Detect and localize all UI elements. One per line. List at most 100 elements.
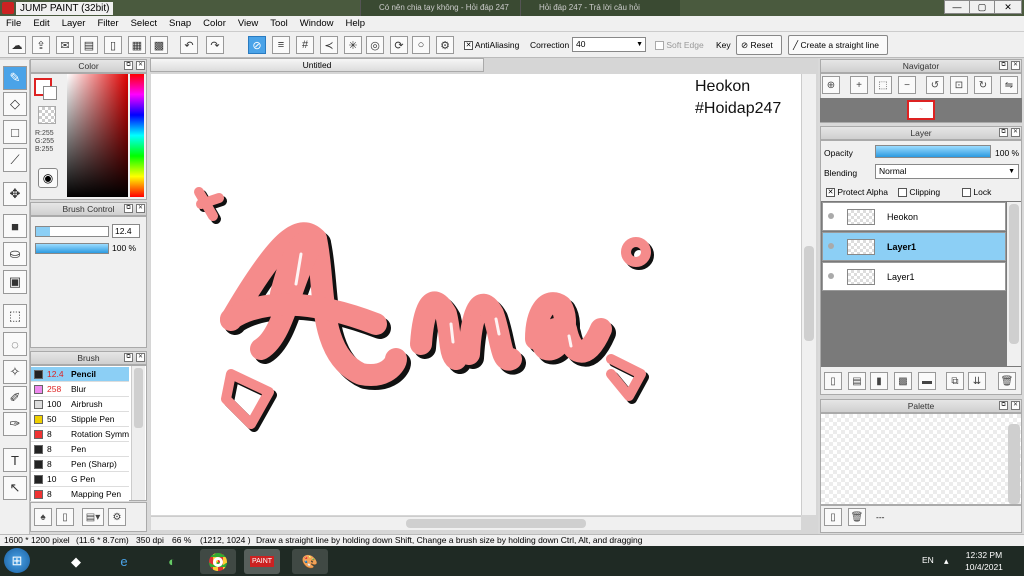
cloud-icon[interactable]: ☁ xyxy=(8,36,26,54)
redo-icon[interactable]: ↷ xyxy=(206,36,224,54)
delete-palette-icon[interactable]: 🗑 xyxy=(848,508,866,526)
brush-item[interactable]: 10 G Pen xyxy=(31,472,129,487)
lock-checkbox[interactable]: Lock xyxy=(962,187,991,198)
bucket-tool-icon[interactable]: ⛀ xyxy=(3,242,27,266)
hue-slider[interactable] xyxy=(130,74,144,197)
eraser-tool-icon[interactable]: ◇ xyxy=(3,92,27,116)
scroll-thumb[interactable] xyxy=(134,368,143,428)
menu-edit[interactable]: Edit xyxy=(27,16,55,32)
copy-layer-icon[interactable]: ⧉ xyxy=(946,372,964,390)
canvas-vertical-scrollbar[interactable] xyxy=(801,74,816,515)
visibility-icon[interactable] xyxy=(828,213,834,219)
brush-cloud-icon[interactable]: ♠ xyxy=(34,508,52,526)
navigator-thumbnail[interactable]: ~ xyxy=(907,100,935,120)
language-indicator[interactable]: EN xyxy=(922,555,934,565)
magic-wand-tool-icon[interactable]: ✧ xyxy=(3,360,27,384)
float-icon[interactable]: ⧉ xyxy=(999,128,1008,137)
page-icon[interactable]: ▦ xyxy=(128,36,146,54)
reset-button[interactable]: ⊘ Reset xyxy=(736,35,782,55)
palette-scrollbar[interactable] xyxy=(1008,424,1020,504)
new-layer-1bit-icon[interactable]: ▮ xyxy=(870,372,888,390)
minimize-button[interactable]: — xyxy=(944,0,970,14)
rect-select-tool-icon[interactable]: ⬚ xyxy=(3,304,27,328)
close-icon[interactable]: ✕ xyxy=(136,204,145,213)
clock[interactable]: 12:32 PM 10/4/2021 xyxy=(962,549,1006,573)
layer-row[interactable]: Layer1 xyxy=(822,262,1006,291)
visual-studio-icon[interactable]: ◆ xyxy=(58,549,94,574)
note-icon[interactable]: ▤ xyxy=(80,36,98,54)
tray-arrow-icon[interactable]: ▴ xyxy=(944,556,949,567)
soft-edge-checkbox[interactable]: Soft Edge xyxy=(655,40,704,51)
layer-list-scrollbar[interactable] xyxy=(1007,202,1021,366)
float-icon[interactable]: ⧉ xyxy=(124,353,133,362)
background-browser-tab[interactable]: Có nên chia tay không - Hỏi đáp 247 xyxy=(360,0,520,16)
curve-icon[interactable]: ⟳ xyxy=(390,36,408,54)
radial-icon[interactable]: ✳ xyxy=(344,36,362,54)
line-tool-icon[interactable]: ⟋ xyxy=(3,148,27,172)
menu-snap[interactable]: Snap xyxy=(163,16,197,32)
brush-item[interactable]: 12.4 Pencil xyxy=(31,367,129,382)
palette-grid[interactable] xyxy=(820,413,1022,505)
new-layer-8bit-icon[interactable]: ▤ xyxy=(848,372,866,390)
maximize-button[interactable]: ▢ xyxy=(969,0,995,14)
fit-window-icon[interactable]: ⬚ xyxy=(874,76,892,94)
float-icon[interactable]: ⧉ xyxy=(124,61,133,70)
sub-color-swatch[interactable] xyxy=(43,86,57,100)
menu-tool[interactable]: Tool xyxy=(264,16,293,32)
new-halftone-layer-icon[interactable]: ▩ xyxy=(894,372,912,390)
layer-opacity-slider[interactable] xyxy=(875,145,991,158)
reset-view-icon[interactable]: ⊡ xyxy=(950,76,968,94)
brush-item[interactable]: 50 Stipple Pen xyxy=(31,412,129,427)
scroll-thumb[interactable] xyxy=(1009,204,1019,344)
zoom-fit-icon[interactable]: ⊕ xyxy=(822,76,840,94)
brush-item[interactable]: 8 Rotation Symm xyxy=(31,427,129,442)
drawing-canvas[interactable]: Heokon #Hoidap247 xyxy=(151,74,801,515)
float-icon[interactable]: ⧉ xyxy=(999,401,1008,410)
float-icon[interactable]: ⧉ xyxy=(124,204,133,213)
layer-row[interactable]: Layer1 xyxy=(822,232,1006,261)
zoom-out-icon[interactable]: − xyxy=(898,76,916,94)
new-folder-icon[interactable]: ▬ xyxy=(918,372,936,390)
snap-off-icon[interactable]: ⊘ xyxy=(248,36,266,54)
menu-filter[interactable]: Filter xyxy=(91,16,124,32)
new-palette-icon[interactable]: ▯ xyxy=(824,508,842,526)
rotate-left-icon[interactable]: ↺ xyxy=(926,76,944,94)
close-icon[interactable]: ✕ xyxy=(136,61,145,70)
create-straight-line-button[interactable]: ╱ Create a straight line xyxy=(788,35,888,55)
gear-icon[interactable]: ⚙ xyxy=(436,36,454,54)
brush-item[interactable]: 258 Blur xyxy=(31,382,129,397)
jump-paint-taskbar-icon[interactable]: PAINT xyxy=(244,549,280,574)
zoom-in-icon[interactable]: + xyxy=(850,76,868,94)
menu-help[interactable]: Help xyxy=(340,16,372,32)
transparent-swatch[interactable] xyxy=(38,106,56,124)
green-app-icon[interactable]: ◐ xyxy=(154,549,190,574)
menu-file[interactable]: File xyxy=(0,16,27,32)
crosshatch-icon[interactable]: # xyxy=(296,36,314,54)
move-tool-icon[interactable]: ✥ xyxy=(3,182,27,206)
canvas-horizontal-scrollbar[interactable] xyxy=(151,516,801,530)
close-icon[interactable]: ✕ xyxy=(1011,401,1020,410)
vanishing-point-icon[interactable]: ≺ xyxy=(320,36,338,54)
text-tool-icon[interactable]: T xyxy=(3,448,27,472)
palette-icon[interactable]: ◉ xyxy=(38,168,58,188)
delete-layer-icon[interactable]: 🗑 xyxy=(998,372,1016,390)
brush-settings-icon[interactable]: ⚙ xyxy=(108,508,126,526)
fill-rect-tool-icon[interactable]: ■ xyxy=(3,214,27,238)
visibility-icon[interactable] xyxy=(828,273,834,279)
close-button[interactable]: ✕ xyxy=(994,0,1022,14)
concentric-icon[interactable]: ◎ xyxy=(366,36,384,54)
clipping-checkbox[interactable]: Clipping xyxy=(898,187,940,198)
brush-item[interactable]: 8 Pen xyxy=(31,442,129,457)
layer-row[interactable]: Heokon xyxy=(822,202,1006,231)
antialiasing-checkbox[interactable]: ✕ AntiAliasing xyxy=(464,40,519,51)
gradient-tool-icon[interactable]: ▣ xyxy=(3,270,27,294)
paint-palette-icon[interactable]: 🎨 xyxy=(292,549,328,574)
grid-icon[interactable]: ▩ xyxy=(150,36,168,54)
menu-layer[interactable]: Layer xyxy=(56,16,92,32)
operation-tool-icon[interactable]: ↖ xyxy=(3,476,27,500)
new-layer-icon[interactable]: ▯ xyxy=(824,372,842,390)
brush-opacity-slider[interactable] xyxy=(35,243,109,254)
brush-menu-icon[interactable]: ▤▾ xyxy=(82,508,104,526)
brush-list-scrollbar[interactable] xyxy=(131,366,145,500)
internet-explorer-icon[interactable]: e xyxy=(106,549,142,574)
